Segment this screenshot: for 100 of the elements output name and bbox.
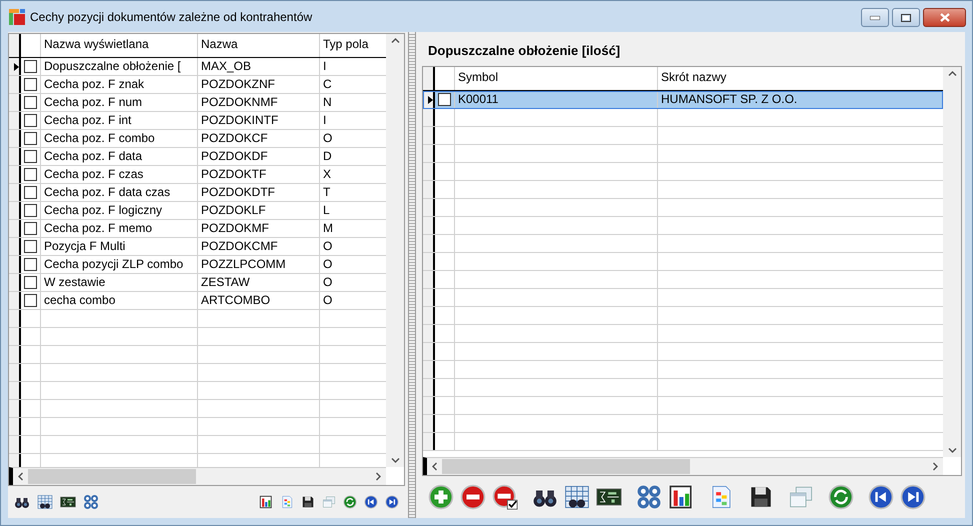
scrollbar-thumb[interactable] xyxy=(28,469,196,484)
checkbox[interactable] xyxy=(24,276,37,289)
table-cell: Cecha poz. F data xyxy=(41,148,198,165)
table-cell: cecha combo xyxy=(41,292,198,309)
refresh-icon[interactable] xyxy=(826,482,856,512)
table-cell: Dopuszczalne obłożenie [ xyxy=(41,58,198,75)
row-header xyxy=(423,307,435,324)
close-button[interactable] xyxy=(923,8,966,27)
scroll-left-icon[interactable] xyxy=(18,472,23,481)
last-record-icon[interactable] xyxy=(898,482,928,512)
add-icon[interactable] xyxy=(426,482,456,512)
row-header xyxy=(423,415,435,432)
minimize-icon xyxy=(870,16,880,20)
table-cell: Cecha poz. F znak xyxy=(41,76,198,93)
table-cell: POZDOKMF xyxy=(198,220,320,237)
checkbox[interactable] xyxy=(24,222,37,235)
grid-binoculars-icon[interactable] xyxy=(35,492,55,512)
row-header xyxy=(9,400,21,417)
checkbox[interactable] xyxy=(24,78,37,91)
checkbox[interactable] xyxy=(24,114,37,127)
first-record-icon[interactable] xyxy=(362,493,380,511)
remove-checked-icon[interactable] xyxy=(490,482,520,512)
table-cell: Pozycja F Multi xyxy=(41,238,198,255)
scroll-down-icon[interactable] xyxy=(948,448,956,453)
scroll-right-icon[interactable] xyxy=(376,472,381,481)
checkbox[interactable] xyxy=(24,168,37,181)
table-cell: POZZLPCOMM xyxy=(198,256,320,273)
table-cell: POZDOKCMF xyxy=(198,238,320,255)
scroll-up-icon[interactable] xyxy=(390,38,400,43)
row-header xyxy=(9,310,21,327)
vertical-scrollbar[interactable] xyxy=(386,34,404,467)
checkbox[interactable] xyxy=(24,132,37,145)
column-header[interactable]: Nazwa xyxy=(198,34,320,57)
table-cell-text: L xyxy=(322,202,331,219)
scroll-up-icon[interactable] xyxy=(948,71,956,76)
close-icon xyxy=(940,13,950,22)
checkbox[interactable] xyxy=(24,150,37,163)
table-cell: Cecha poz. F memo xyxy=(41,220,198,237)
table-cell: W zestawie xyxy=(41,274,198,291)
row-header xyxy=(9,382,21,399)
table-cell: POZDOKLF xyxy=(198,202,320,219)
table-cell: MAX_OB xyxy=(198,58,320,75)
table-cell-text: O xyxy=(322,292,334,309)
checkbox[interactable] xyxy=(24,96,37,109)
maximize-button[interactable] xyxy=(892,8,920,27)
row-header xyxy=(423,433,435,450)
table-cell-text: O xyxy=(322,274,334,291)
remove-icon[interactable] xyxy=(458,482,488,512)
row-header xyxy=(9,328,21,345)
table-cell-text: N xyxy=(322,94,333,111)
table-cell: Cecha poz. F int xyxy=(41,112,198,129)
scroll-right-icon[interactable] xyxy=(933,462,938,471)
vertical-scrollbar[interactable] xyxy=(943,67,961,457)
splitter-handle[interactable] xyxy=(408,32,416,518)
table-cell: Cecha poz. F logiczny xyxy=(41,202,198,219)
first-record-icon[interactable] xyxy=(866,482,896,512)
column-header[interactable]: Skrót nazwy xyxy=(658,67,943,90)
table-cell-text: I xyxy=(322,112,328,129)
checkbox[interactable] xyxy=(24,186,37,199)
column-header[interactable]: Symbol xyxy=(455,67,658,90)
checkbox[interactable] xyxy=(24,294,37,307)
scroll-left-icon[interactable] xyxy=(432,462,437,471)
row-header xyxy=(9,454,21,467)
table-cell-text: T xyxy=(322,184,332,201)
table-cell: POZDOKDF xyxy=(198,148,320,165)
scrollbar-thumb[interactable] xyxy=(442,459,690,474)
window-title: Cechy pozycji dokumentów zależne od kontrahentów xyxy=(30,10,312,24)
row-header xyxy=(9,418,21,435)
row-header xyxy=(423,145,435,162)
minimize-button[interactable] xyxy=(861,8,889,27)
row-header xyxy=(423,343,435,360)
column-header[interactable]: Nazwa wyświetlana xyxy=(41,34,198,57)
maximize-icon xyxy=(901,14,911,22)
row-header xyxy=(423,325,435,342)
row-header xyxy=(9,364,21,381)
horizontal-scrollbar[interactable] xyxy=(423,457,943,475)
row-header xyxy=(423,217,435,234)
checkbox[interactable] xyxy=(24,60,37,73)
table-cell: ARTCOMBO xyxy=(198,292,320,309)
table-cell-text: HUMANSOFT SP. Z O.O. xyxy=(660,91,798,108)
column-header[interactable]: Typ pola xyxy=(320,34,386,57)
table-row[interactable]: K00011 HUMANSOFT SP. Z O.O. xyxy=(423,91,943,109)
row-header xyxy=(423,109,435,126)
table-cell: POZDOKZNF xyxy=(198,76,320,93)
horizontal-scrollbar[interactable] xyxy=(9,467,386,485)
table-cell: ZESTAW xyxy=(198,274,320,291)
checkbox[interactable] xyxy=(24,258,37,271)
table-cell-text: C xyxy=(322,76,333,93)
table-cell: Cecha poz. F num xyxy=(41,94,198,111)
checkbox[interactable] xyxy=(24,240,37,253)
refresh-icon[interactable] xyxy=(341,493,359,511)
row-header xyxy=(423,127,435,144)
checkbox[interactable] xyxy=(24,204,37,217)
checkbox[interactable] xyxy=(438,93,451,106)
scroll-down-icon[interactable] xyxy=(390,458,400,463)
table-cell: POZDOKINTF xyxy=(198,112,320,129)
last-record-icon[interactable] xyxy=(383,493,401,511)
gears-icon[interactable] xyxy=(81,492,101,512)
table-cell-text: O xyxy=(322,238,334,255)
table-cell-text: X xyxy=(322,166,332,183)
